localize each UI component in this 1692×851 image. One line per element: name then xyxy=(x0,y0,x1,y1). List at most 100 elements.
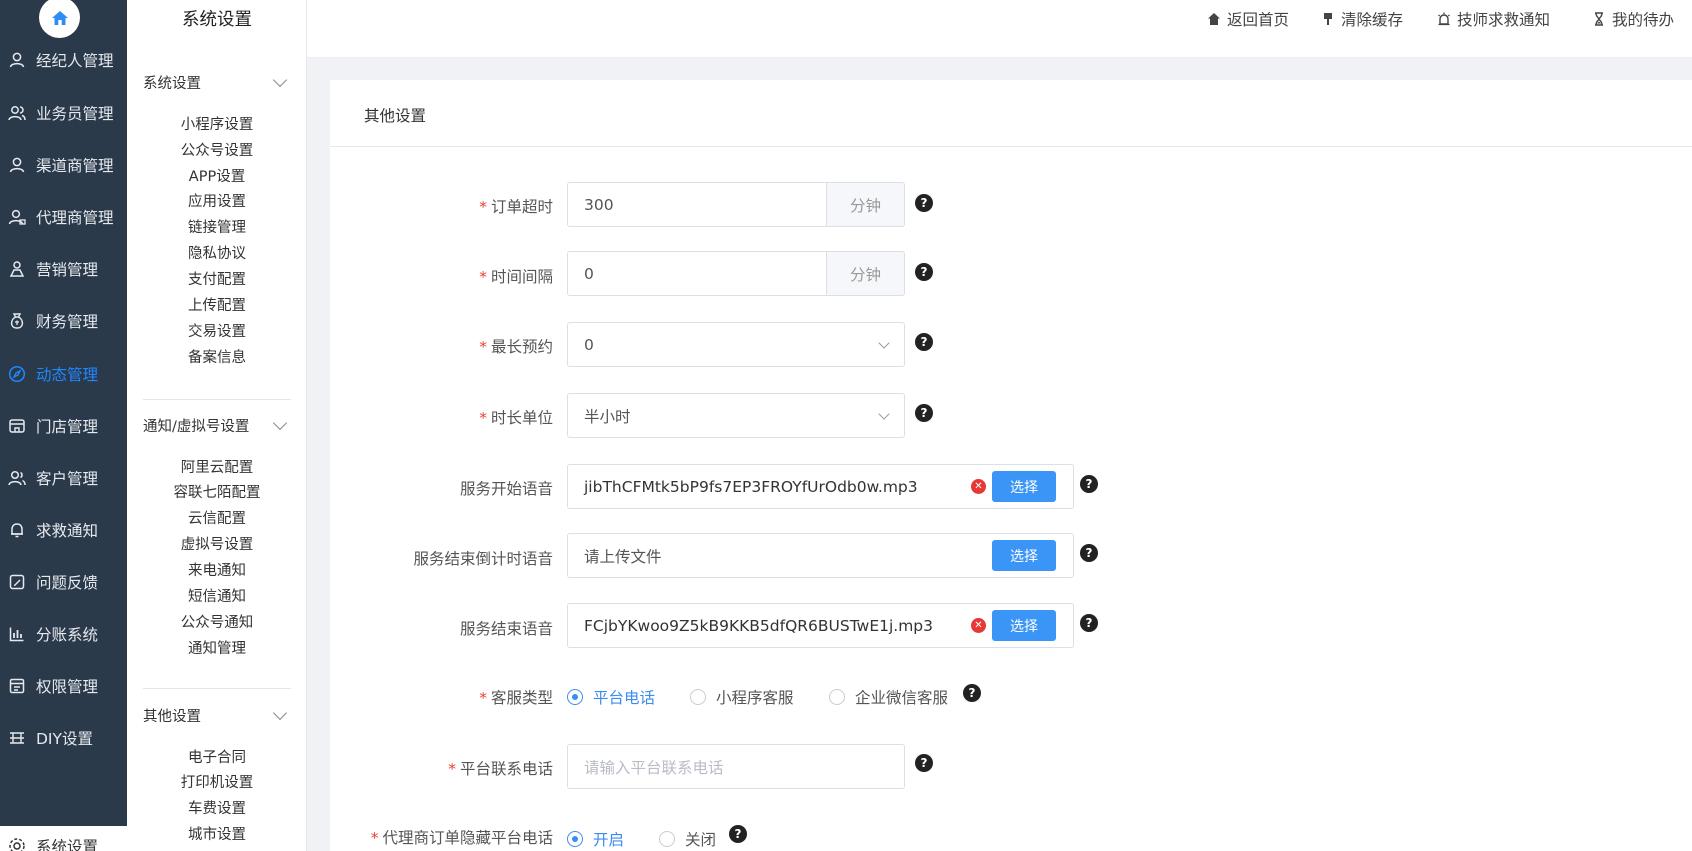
platform-phone-input[interactable]: 请输入平台联系电话 xyxy=(567,744,905,789)
submenu-link[interactable]: APP设置 xyxy=(127,165,307,186)
max-booking-select[interactable]: 0 xyxy=(567,322,905,367)
help-icon[interactable]: ? xyxy=(915,754,933,772)
service-countdown-voice-field[interactable]: 请上传文件 选择 xyxy=(567,533,1074,578)
user-icon xyxy=(8,51,26,69)
header-link-label: 技师求救通知 xyxy=(1457,11,1551,29)
user-icon xyxy=(8,156,26,174)
top-header: 返回首页 清除缓存 技师求救通知 我的待办 xyxy=(307,0,1692,58)
service-end-voice-field[interactable]: FCjbYKwoo9Z5kB9KKB5dfQR6BUSTwE1j.mp3 ✕ 选… xyxy=(567,603,1074,648)
sidebar-item-finance[interactable]: 财务管理 xyxy=(0,301,127,341)
submenu-link[interactable]: 支付配置 xyxy=(127,268,307,289)
hourglass-icon xyxy=(1592,12,1606,26)
my-todo-link[interactable]: 我的待办 xyxy=(1592,8,1674,30)
radio-hide-off[interactable]: 关闭 xyxy=(659,828,716,850)
service-countdown-voice-label: 服务结束倒计时语音 xyxy=(413,550,553,568)
clear-cache-link[interactable]: 清除缓存 xyxy=(1321,8,1403,30)
sidebar-item-dynamic[interactable]: 动态管理 xyxy=(0,354,127,394)
help-icon[interactable]: ? xyxy=(1080,614,1098,632)
home-logo[interactable] xyxy=(39,0,80,38)
submenu-link[interactable]: 小程序设置 xyxy=(127,113,307,134)
radio-miniapp-service[interactable]: 小程序客服 xyxy=(690,686,794,708)
settings-icon xyxy=(8,837,26,851)
divider xyxy=(143,688,291,689)
submenu-link[interactable]: 上传配置 xyxy=(127,294,307,315)
submenu-link[interactable]: 虚拟号设置 xyxy=(127,533,307,554)
help-icon[interactable]: ? xyxy=(1080,544,1098,562)
bell-icon xyxy=(8,521,26,539)
submenu-link[interactable]: 备案信息 xyxy=(127,346,307,367)
submenu-link[interactable]: 城市设置 xyxy=(127,823,307,844)
submenu-link[interactable]: 应用设置 xyxy=(127,190,307,211)
submenu-link[interactable]: 交易设置 xyxy=(127,320,307,341)
help-icon[interactable]: ? xyxy=(915,263,933,281)
select-value: 半小时 xyxy=(584,407,631,426)
submenu-group-system[interactable]: 系统设置 xyxy=(143,70,291,94)
submenu-link[interactable]: 短信通知 xyxy=(127,585,307,606)
radio-dot xyxy=(829,689,845,705)
back-home-link[interactable]: 返回首页 xyxy=(1207,8,1289,30)
clear-icon[interactable]: ✕ xyxy=(971,618,986,633)
duration-unit-label: * 时长单位 xyxy=(479,409,553,427)
submenu-group-other[interactable]: 其他设置 xyxy=(143,703,291,727)
radio-hide-on[interactable]: 开启 xyxy=(567,828,624,850)
help-icon[interactable]: ? xyxy=(729,825,747,843)
radio-platform-phone[interactable]: 平台电话 xyxy=(567,686,655,708)
sidebar-item-customer[interactable]: 客户管理 xyxy=(0,458,127,498)
users-icon xyxy=(8,104,26,122)
service-start-voice-field[interactable]: jibThCFMtk5bP9fs7EP3FROYfUrOdb0w.mp3 ✕ 选… xyxy=(567,464,1074,509)
chart-icon xyxy=(8,625,26,643)
time-interval-input[interactable]: 0 xyxy=(567,251,827,296)
sidebar-item-label: DIY设置 xyxy=(36,730,93,748)
sidebar-item-system[interactable]: 系统设置 xyxy=(0,826,127,851)
sidebar-item-salesman[interactable]: 业务员管理 xyxy=(0,93,127,133)
sidebar-item-label: 财务管理 xyxy=(36,313,99,331)
sidebar-item-label: 权限管理 xyxy=(36,678,99,696)
submenu-link[interactable]: 链接管理 xyxy=(127,216,307,237)
choose-file-button[interactable]: 选择 xyxy=(992,610,1056,641)
sidebar-item-store[interactable]: 门店管理 xyxy=(0,406,127,446)
submenu-link[interactable]: 公众号设置 xyxy=(127,139,307,160)
user-group-icon xyxy=(8,208,26,226)
submenu-link[interactable]: 容联七陌配置 xyxy=(127,481,307,502)
sidebar-item-label: 营销管理 xyxy=(36,261,99,279)
submenu-link[interactable]: 通知管理 xyxy=(127,637,307,658)
duration-unit-select[interactable]: 半小时 xyxy=(567,393,905,438)
order-timeout-input[interactable]: 300 xyxy=(567,182,827,227)
submenu-group-notice[interactable]: 通知/虚拟号设置 xyxy=(143,413,291,437)
radio-wecom-service[interactable]: 企业微信客服 xyxy=(829,686,948,708)
help-icon[interactable]: ? xyxy=(915,404,933,422)
sidebar-item-split[interactable]: 分账系统 xyxy=(0,614,127,654)
help-icon[interactable]: ? xyxy=(963,684,981,702)
sidebar-item-rescue[interactable]: 求救通知 xyxy=(0,510,127,550)
submenu-link[interactable]: 云信配置 xyxy=(127,507,307,528)
submenu-link[interactable]: 车费设置 xyxy=(127,797,307,818)
sidebar-item-label: 渠道商管理 xyxy=(36,157,114,175)
sidebar-item-channel[interactable]: 渠道商管理 xyxy=(0,145,127,185)
sidebar-item-feedback[interactable]: 问题反馈 xyxy=(0,562,127,602)
sidebar-item-label: 代理商管理 xyxy=(36,209,114,227)
sidebar-item-marketing[interactable]: 营销管理 xyxy=(0,249,127,289)
platform-phone-label: * 平台联系电话 xyxy=(448,760,553,778)
sidebar-item-label: 问题反馈 xyxy=(36,574,99,592)
help-icon[interactable]: ? xyxy=(915,333,933,351)
submenu-link[interactable]: 公众号通知 xyxy=(127,611,307,632)
submenu-panel: 系统设置 系统设置 小程序设置 公众号设置 APP设置 应用设置 链接管理 隐私… xyxy=(127,0,307,851)
service-start-voice-label: 服务开始语音 xyxy=(459,480,553,498)
clear-icon[interactable]: ✕ xyxy=(971,479,986,494)
submenu-link[interactable]: 隐私协议 xyxy=(127,242,307,263)
sidebar-item-agent[interactable]: 经纪人管理 xyxy=(0,40,127,80)
help-icon[interactable]: ? xyxy=(1080,475,1098,493)
choose-file-button[interactable]: 选择 xyxy=(992,471,1056,502)
choose-file-button[interactable]: 选择 xyxy=(992,540,1056,571)
submenu-link[interactable]: 打印机设置 xyxy=(127,771,307,792)
submenu-link[interactable]: 阿里云配置 xyxy=(127,456,307,477)
rescue-notice-link[interactable]: 技师求救通知 xyxy=(1437,8,1550,30)
sidebar-item-permission[interactable]: 权限管理 xyxy=(0,666,127,706)
submenu-link[interactable]: 电子合同 xyxy=(127,746,307,767)
help-icon[interactable]: ? xyxy=(915,194,933,212)
chevron-down-icon xyxy=(272,72,288,87)
submenu-link[interactable]: 来电通知 xyxy=(127,559,307,580)
sidebar-item-diy[interactable]: DIY设置 xyxy=(0,718,127,758)
sidebar-item-label: 分账系统 xyxy=(36,626,99,644)
sidebar-item-proxy[interactable]: 代理商管理 xyxy=(0,197,127,237)
